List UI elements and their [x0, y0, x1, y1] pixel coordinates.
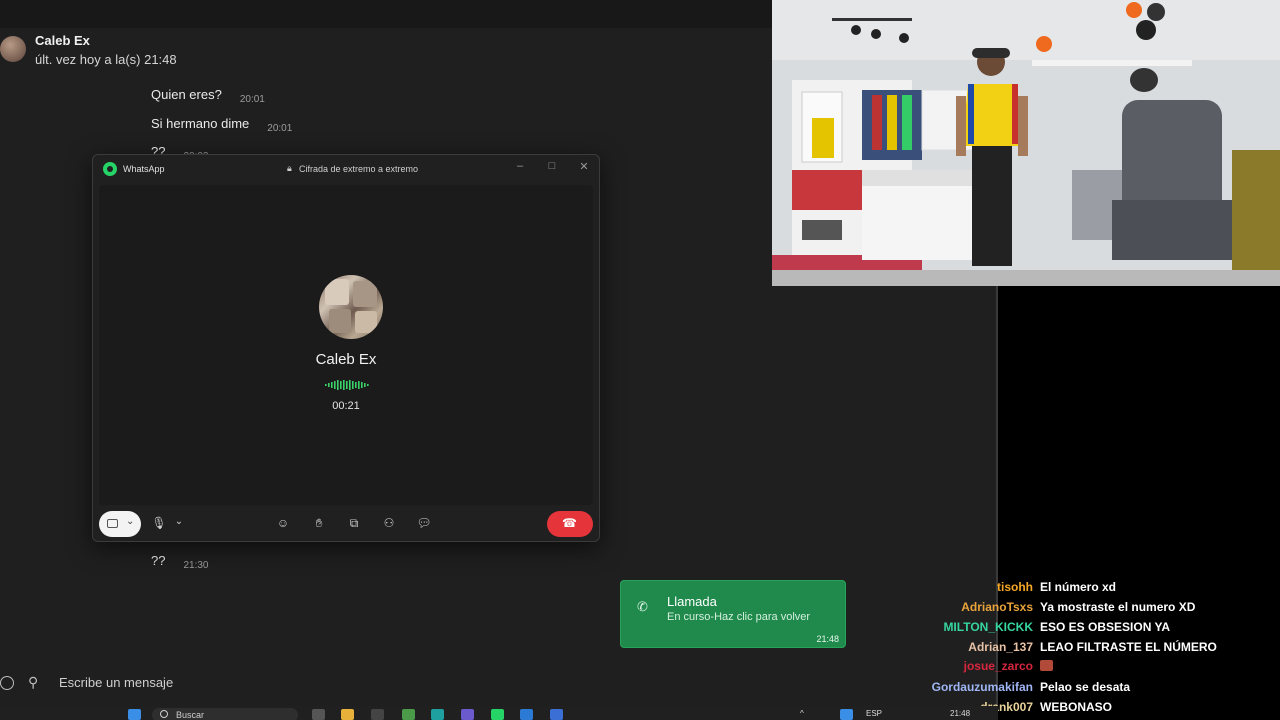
maximize-icon[interactable]: □ — [545, 160, 559, 172]
file-explorer-icon[interactable] — [341, 709, 354, 720]
message-composer[interactable]: ⚲ Escribe un mensaje — [0, 668, 998, 702]
chat-message: AdrianoTsxs Ya mostraste el numero XD — [961, 600, 1280, 616]
webcam-scene — [772, 0, 1280, 286]
stream-chat-overlay: tisohh El número xd AdrianoTsxs Ya mostr… — [932, 286, 1280, 720]
message-time: 20:01 — [239, 94, 265, 105]
encryption-label: Cifrada de extremo a extremo — [299, 164, 419, 174]
discord-icon[interactable] — [461, 709, 474, 720]
call-stage: Caleb Ex 00:21 — [99, 185, 593, 505]
phone-icon: ✆ — [637, 599, 648, 614]
browser-icon[interactable] — [520, 709, 533, 720]
share-screen-icon[interactable]: ⧉ — [346, 516, 362, 531]
message-time: 21:30 — [183, 560, 209, 571]
microphone-icon[interactable]: 🎙︎ — [151, 516, 167, 530]
whatsapp-call-window[interactable]: WhatsApp 🔒︎ Cifrada de extremo a extremo… — [92, 154, 600, 542]
attach-icon[interactable]: ⚲ — [28, 674, 38, 691]
avatar-photo-tile — [353, 281, 377, 307]
chat-username: josue_zarco — [963, 659, 1033, 673]
message-text: ?? — [151, 553, 166, 568]
lock-icon: 🔒︎ — [287, 163, 292, 173]
call-duration: 00:21 — [332, 400, 360, 412]
whatsapp-logo-icon — [103, 162, 117, 176]
chat-text: LEAO FILTRASTE EL NÚMERO — [1040, 640, 1217, 654]
chat-message: drank007 WEBONASO — [980, 700, 1280, 716]
last-seen-status: últ. vez hoy a la(s) 21:48 — [35, 52, 177, 67]
emoji-icon[interactable] — [0, 676, 14, 690]
chat-text: Pelao se desata — [1040, 680, 1131, 694]
toast-time: 21:48 — [816, 634, 839, 644]
windows-taskbar: Buscar ^ ESP 21:48 — [0, 706, 998, 720]
chat-emote-icon — [1040, 660, 1053, 671]
call-controls: ⌄ 🎙︎ ⌄ ☺ ✋︎ ⧉ ⚇ 💬︎ ☎︎ — [93, 507, 599, 541]
message-text: Quien eres? — [151, 87, 222, 102]
chat-username: MILTON_KICKK — [943, 620, 1033, 634]
avatar-photo-tile — [355, 311, 377, 333]
taskbar-search[interactable]: Buscar — [152, 708, 298, 720]
message-text: Si hermano dime — [151, 116, 250, 131]
task-view-icon[interactable] — [312, 709, 325, 720]
chevron-down-icon[interactable]: ⌄ — [126, 516, 134, 527]
message-bubble[interactable]: Si hermano dime 20:01 — [151, 116, 292, 134]
hangup-phone-icon: ☎︎ — [562, 516, 577, 530]
webcam-feed — [772, 0, 1280, 286]
emoji-reaction-icon[interactable]: ☺ — [275, 516, 291, 530]
chat-text: WEBONASO — [1040, 700, 1112, 714]
chat-username: Gordauzumakifan — [931, 680, 1033, 694]
language-indicator[interactable]: ESP — [866, 709, 882, 718]
message-input[interactable]: Escribe un mensaje — [59, 675, 173, 690]
chat-text: ESO ES OBSESION YA — [1040, 620, 1171, 634]
app-icon[interactable] — [371, 709, 384, 720]
chat-text: El número xd — [1040, 580, 1117, 594]
avatar-photo-tile — [325, 279, 349, 305]
chat-message: Gordauzumakifan Pelao se desata — [932, 680, 1280, 696]
chat-message: josue_zarco — [964, 659, 1280, 675]
chat-username: Adrian_137 — [968, 640, 1033, 654]
camera-off-icon — [107, 519, 118, 528]
message-time: 20:01 — [267, 123, 293, 134]
raise-hand-icon[interactable]: ✋︎ — [311, 516, 327, 531]
avatar-photo-tile — [329, 309, 351, 333]
chrome-icon[interactable] — [402, 709, 415, 720]
tray-app-icon[interactable] — [840, 709, 853, 720]
toast-title: Llamada — [667, 594, 717, 609]
chat-bubble-icon[interactable]: 💬︎ — [416, 516, 432, 530]
callee-name: Caleb Ex — [315, 351, 377, 368]
close-icon[interactable]: ✕ — [577, 160, 591, 173]
toast-subtitle: En curso-Haz clic para volver — [667, 611, 811, 623]
taskbar-search-label: Buscar — [176, 710, 205, 720]
ongoing-call-toast[interactable]: ✆ Llamada En curso-Haz clic para volver … — [620, 580, 846, 648]
add-person-icon[interactable]: ⚇ — [381, 516, 397, 530]
message-bubble[interactable]: ?? 21:30 — [151, 553, 209, 571]
app-title: WhatsApp — [123, 164, 165, 174]
windows-start-icon[interactable] — [128, 709, 141, 720]
camera-toggle-button[interactable]: ⌄ — [99, 511, 141, 537]
audio-wave-icon — [325, 380, 369, 390]
end-call-button[interactable]: ☎︎ — [547, 511, 593, 537]
chat-text: Ya mostraste el numero XD — [1040, 600, 1196, 614]
chat-message: tisohh El número xd — [997, 580, 1280, 596]
screen: Caleb Ex últ. vez hoy a la(s) 21:48 Quie… — [0, 0, 1280, 720]
contact-avatar[interactable] — [0, 36, 26, 62]
app-icon[interactable] — [431, 709, 444, 720]
chevron-down-icon[interactable]: ⌄ — [171, 516, 187, 527]
contact-name: Caleb Ex — [35, 33, 90, 48]
message-bubble[interactable]: Quien eres? 20:01 — [151, 87, 265, 105]
app-icon[interactable] — [550, 709, 563, 720]
chat-username: AdrianoTsxs — [961, 600, 1033, 614]
chat-header[interactable]: Caleb Ex últ. vez hoy a la(s) 21:48 — [0, 28, 772, 74]
search-icon — [160, 710, 168, 718]
window-top-strip — [0, 0, 772, 28]
chevron-up-icon[interactable]: ^ — [800, 709, 804, 718]
whatsapp-taskbar-icon[interactable] — [491, 709, 504, 720]
chat-message: MILTON_KICKK ESO ES OBSESION YA — [943, 620, 1280, 636]
chat-message: Adrian_137 LEAO FILTRASTE EL NÚMERO — [968, 640, 1280, 656]
taskbar-clock[interactable]: 21:48 — [950, 709, 970, 718]
chat-username: tisohh — [997, 580, 1033, 594]
callee-avatar — [319, 275, 383, 339]
minimize-icon[interactable]: – — [513, 160, 527, 172]
call-titlebar[interactable]: WhatsApp 🔒︎ Cifrada de extremo a extremo… — [93, 155, 599, 183]
